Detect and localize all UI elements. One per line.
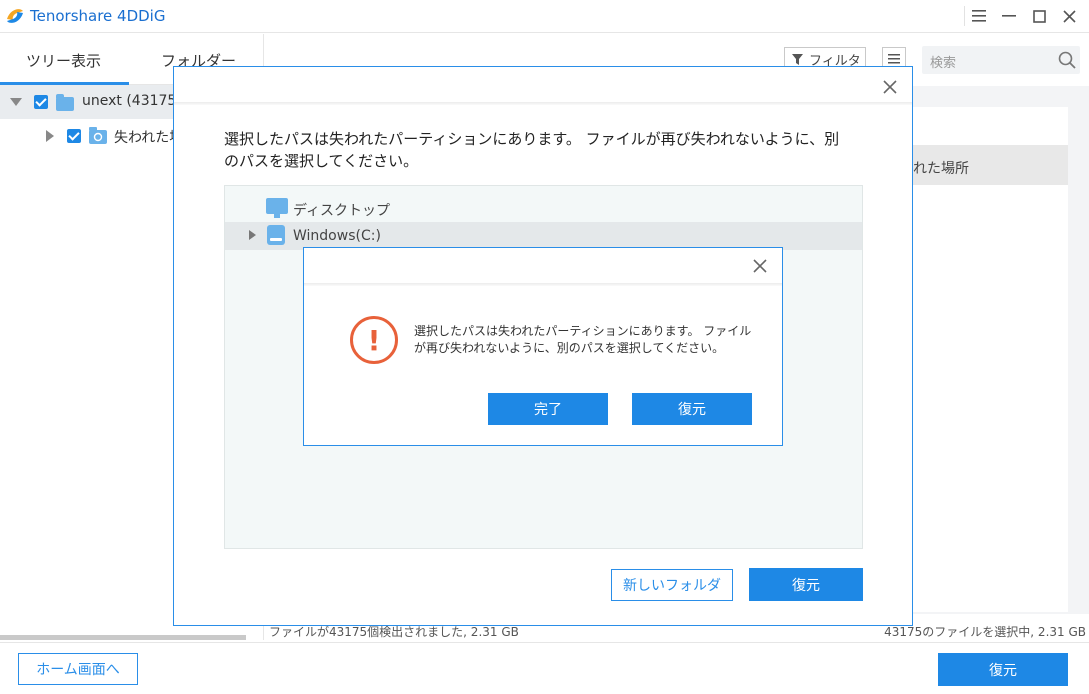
expand-caret-icon[interactable]	[249, 230, 256, 240]
alert-recover-button[interactable]: 復元	[632, 393, 752, 425]
tree-checkbox[interactable]	[67, 129, 81, 143]
monitor-icon	[266, 198, 288, 218]
minimize-icon[interactable]	[996, 3, 1022, 29]
close-icon[interactable]	[748, 254, 772, 278]
close-icon[interactable]	[878, 75, 902, 99]
dialog-message: 選択したパスは失われたパーティションにあります。 ファイルが再び失われないように…	[224, 130, 840, 170]
filter-icon	[792, 53, 803, 65]
folder-tree-label: ディスクトップ	[293, 203, 391, 219]
app-logo-icon	[7, 9, 23, 23]
tree-checkbox[interactable]	[34, 95, 48, 109]
folder-tree-item-windows[interactable]: Windows(C:)	[225, 222, 862, 250]
recover-button[interactable]: 復元	[938, 653, 1068, 686]
search-icon[interactable]	[1058, 51, 1076, 69]
lost-partition-alert: ! 選択したパスは失われたパーティションにあります。 ファイルが再び失われないよ…	[303, 247, 783, 446]
dialog-recover-button[interactable]: 復元	[749, 568, 863, 601]
alert-header-divider	[304, 283, 782, 286]
search-placeholder: 検索	[930, 56, 957, 71]
close-window-icon[interactable]	[1056, 3, 1082, 29]
expand-caret-icon[interactable]	[10, 98, 22, 106]
drive-icon	[267, 225, 285, 245]
folder-tree-item-desktop[interactable]: ディスクトップ	[225, 194, 862, 222]
new-folder-button[interactable]: 新しいフォルダ	[611, 569, 733, 601]
tree-item-label: unext (43175)	[82, 93, 182, 109]
folder-tree-label: Windows(C:)	[293, 228, 381, 244]
maximize-icon[interactable]	[1026, 3, 1052, 29]
title-bar: Tenorshare 4DDiG	[0, 0, 1089, 33]
folder-icon	[56, 94, 74, 111]
recycle-folder-icon	[89, 127, 107, 144]
horizontal-scrollbar[interactable]	[0, 635, 246, 640]
app-title: Tenorshare 4DDiG	[30, 7, 166, 25]
home-button[interactable]: ホーム画面へ	[18, 653, 138, 685]
collapse-caret-icon[interactable]	[46, 130, 54, 142]
warning-icon: !	[350, 316, 398, 364]
menu-icon[interactable]	[966, 3, 992, 29]
bottom-bar	[0, 642, 1089, 694]
dialog-header-divider	[174, 102, 912, 105]
tab-tree-view[interactable]: ツリー表示	[26, 50, 101, 71]
search-input[interactable]: 検索	[922, 46, 1080, 74]
status-selected-count: 43175のファイルを選択中, 2.31 GB	[884, 625, 1086, 639]
list-view-icon	[888, 54, 900, 64]
alert-message: 選択したパスは失われたパーティションにあります。 ファイルが再び失われないように…	[414, 324, 752, 355]
column-header-location[interactable]: れた場所	[913, 158, 969, 178]
window-controls-divider	[964, 6, 965, 26]
done-button[interactable]: 完了	[488, 393, 608, 425]
